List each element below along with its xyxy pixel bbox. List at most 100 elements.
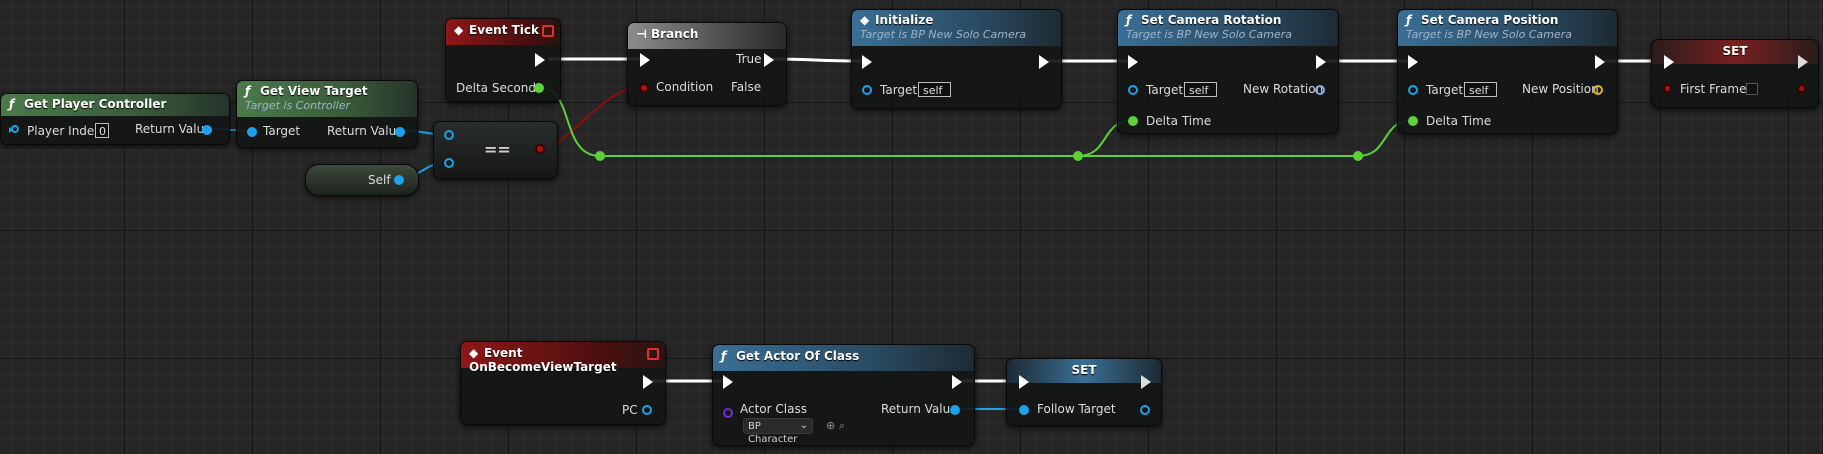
delta-time-pin[interactable] (1128, 116, 1138, 126)
pc-label: PC (622, 403, 638, 417)
target-label: Target (1426, 83, 1464, 97)
branch-icon: ⊣ (636, 27, 647, 41)
node-header: ƒ Get View Target Target is Controller (237, 81, 417, 117)
node-header: ƒ Set Camera Position Target is BP New So… (1398, 10, 1617, 46)
event-icon: ◆ (469, 346, 479, 360)
exec-out-pin[interactable] (643, 375, 653, 389)
initialize-node[interactable]: ◆ Initialize Target is BP New Solo Camera… (851, 9, 1062, 109)
return-value-label: Return Value (135, 122, 212, 136)
target-input[interactable]: self (1464, 82, 1497, 97)
node-header: ƒ Get Player Controller (1, 94, 229, 116)
false-label: False (731, 80, 762, 94)
reroute-dot-3 (1353, 151, 1363, 161)
target-pin[interactable] (1408, 85, 1418, 95)
follow-target-out-pin[interactable] (1140, 405, 1150, 415)
return-value-pin[interactable] (950, 405, 960, 415)
exec-in-pin[interactable] (1408, 55, 1418, 69)
node-header: SET (1007, 359, 1161, 383)
target-pin[interactable] (1128, 85, 1138, 95)
get-actor-of-class-node[interactable]: ƒ Get Actor Of Class Actor Class BP Chara… (712, 344, 975, 446)
exec-out-pin[interactable] (1316, 55, 1326, 69)
return-value-pin[interactable] (395, 127, 405, 137)
delta-seconds-pin[interactable] (534, 83, 544, 93)
exec-out-pin[interactable] (1595, 55, 1605, 69)
exec-in-pin[interactable] (1664, 55, 1674, 69)
branch-node[interactable]: ⊣ Branch True Condition False (627, 22, 787, 106)
delta-time-pin[interactable] (1408, 116, 1418, 126)
node-header: ƒ Set Camera Rotation Target is BP New So… (1118, 10, 1338, 46)
delta-time-label: Delta Time (1146, 114, 1212, 128)
get-view-target-node[interactable]: ƒ Get View Target Target is Controller Ta… (236, 80, 418, 148)
add-icon[interactable]: ⊕ (826, 419, 835, 432)
equal-b-pin[interactable] (444, 158, 454, 168)
equal-result-pin[interactable] (535, 144, 545, 154)
reroute-dot-2 (1073, 151, 1083, 161)
new-position-label: New Position (1522, 82, 1599, 96)
target-label: Target (263, 124, 301, 138)
first-frame-out-pin[interactable] (1797, 84, 1806, 93)
true-exec-pin[interactable] (764, 53, 774, 67)
node-header: ƒ Get Actor Of Class (713, 345, 974, 371)
exec-in-pin[interactable] (723, 375, 733, 389)
event-icon: ◆ (860, 13, 870, 27)
new-position-pin[interactable] (1593, 85, 1603, 95)
first-frame-label: First Frame (1680, 82, 1747, 96)
search-icon[interactable]: ⌕ (839, 419, 845, 433)
exec-out-pin[interactable] (1039, 55, 1049, 69)
get-player-controller-node[interactable]: ƒ Get Player Controller Player Index 0 Re… (0, 93, 230, 145)
follow-target-in-pin[interactable] (1019, 405, 1029, 415)
target-input[interactable]: self (1184, 82, 1217, 97)
true-label: True (736, 52, 762, 66)
exec-in-pin[interactable] (1019, 375, 1029, 389)
actor-class-label: Actor Class (740, 402, 807, 416)
player-index-pin[interactable] (11, 125, 19, 133)
set-follow-target-node[interactable]: SET Follow Target (1006, 358, 1162, 426)
new-rotation-pin[interactable] (1315, 85, 1325, 95)
event-icon: ◆ (454, 23, 464, 37)
return-value-label: Return Value (881, 402, 958, 416)
target-pin[interactable] (862, 85, 872, 95)
set-camera-rotation-node[interactable]: ƒ Set Camera Rotation Target is BP New So… (1117, 9, 1339, 134)
condition-pin[interactable] (639, 83, 649, 93)
exec-out-pin[interactable] (1141, 375, 1151, 389)
player-index-label: Player Index (27, 124, 102, 138)
set-first-frame-node[interactable]: SET First Frame (1651, 39, 1819, 108)
delta-seconds-label: Delta Seconds (456, 81, 543, 95)
target-pin[interactable] (247, 127, 257, 137)
exec-in-pin[interactable] (862, 55, 872, 69)
exec-out-pin[interactable] (952, 375, 962, 389)
new-rotation-label: New Rotation (1243, 82, 1324, 96)
set-camera-position-node[interactable]: ƒ Set Camera Position Target is BP New So… (1397, 9, 1618, 134)
pc-pin[interactable] (642, 405, 652, 415)
condition-label: Condition (656, 80, 714, 94)
exec-in-pin[interactable] (1128, 55, 1138, 69)
target-input[interactable]: self (918, 82, 951, 97)
node-header: ◆ Initialize Target is BP New Solo Camera (852, 10, 1061, 46)
target-label: Target (880, 83, 918, 97)
actor-class-pin[interactable] (723, 408, 733, 418)
self-node[interactable]: Self (305, 164, 419, 196)
equal-node[interactable]: == (433, 121, 558, 179)
event-delegate-icon (542, 25, 554, 37)
target-label: Target (1146, 83, 1184, 97)
actor-class-select[interactable]: BP Character ⌄ (743, 418, 813, 445)
reroute-dot-1 (595, 151, 605, 161)
return-value-pin[interactable] (202, 125, 212, 135)
equal-a-pin[interactable] (444, 130, 454, 140)
exec-out-pin[interactable] (535, 53, 545, 67)
self-pin[interactable] (394, 175, 404, 185)
first-frame-checkbox[interactable] (1746, 83, 1758, 95)
node-header: ◆ Event OnBecomeViewTarget (461, 342, 665, 374)
exec-in-pin[interactable] (640, 53, 650, 67)
event-on-become-view-target-node[interactable]: ◆ Event OnBecomeViewTarget PC (460, 341, 666, 425)
first-frame-in-pin[interactable] (1663, 84, 1672, 93)
function-icon: ƒ (1126, 13, 1132, 27)
exec-out-pin[interactable] (1798, 55, 1808, 69)
delta-time-label: Delta Time (1426, 114, 1492, 128)
event-tick-node[interactable]: ◆ Event Tick Delta Seconds (445, 18, 561, 102)
player-index-input[interactable]: 0 (95, 123, 109, 138)
node-header: ⊣ Branch (628, 23, 786, 49)
node-header: ◆ Event Tick (446, 19, 560, 45)
function-icon: ƒ (245, 84, 251, 98)
node-header: SET (1652, 40, 1818, 64)
